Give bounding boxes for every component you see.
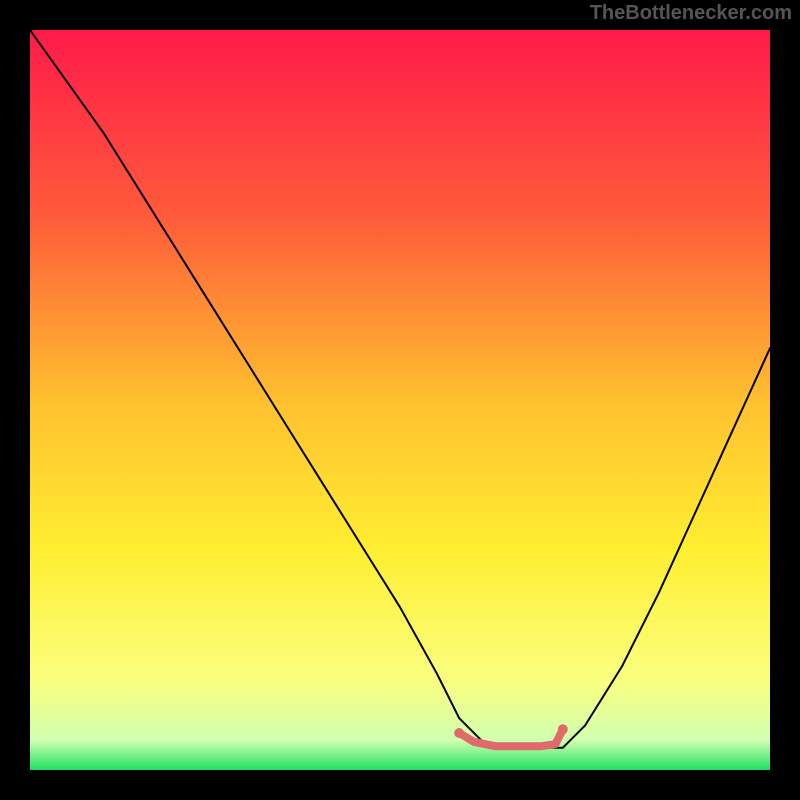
bottleneck-curve [30, 30, 770, 748]
chart-curves [30, 30, 770, 770]
watermark-text: TheBottlenecker.com [590, 2, 792, 25]
optimal-range-marker [459, 729, 563, 746]
optimal-start-dot [454, 728, 464, 738]
plot-area [30, 30, 770, 770]
optimal-end-dot [558, 724, 568, 734]
